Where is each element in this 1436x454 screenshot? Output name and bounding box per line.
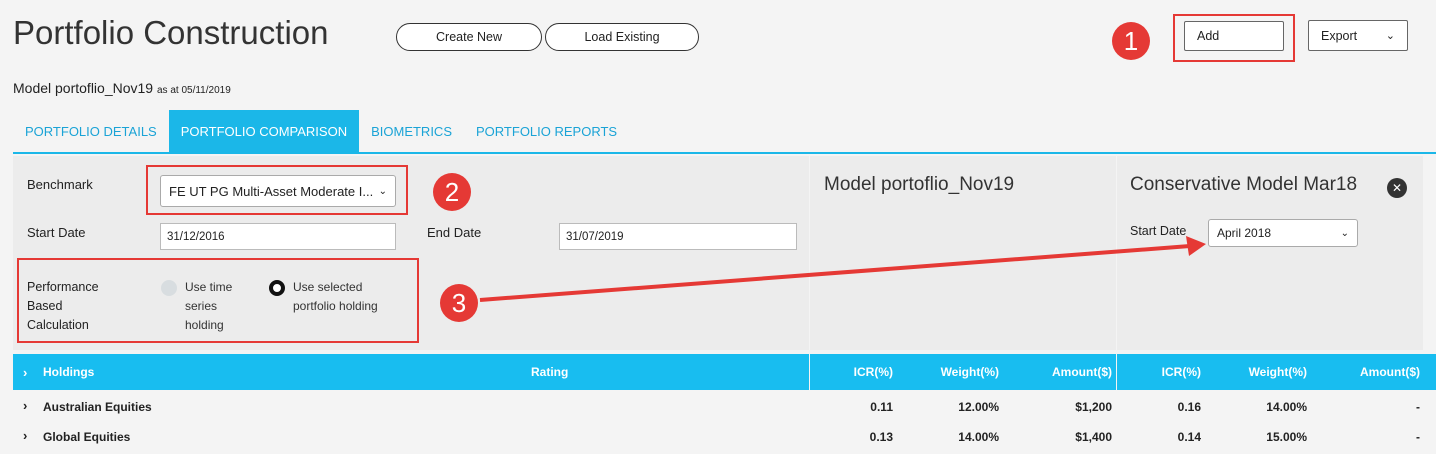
icr-value: 0.13 bbox=[869, 430, 893, 444]
chevron-right-icon[interactable]: › bbox=[23, 365, 27, 380]
icr-column-header: ICR(%) bbox=[853, 365, 893, 379]
weight-value: 14.00% bbox=[1266, 400, 1307, 414]
rating-column-header: Rating bbox=[531, 365, 569, 379]
chevron-right-icon[interactable]: › bbox=[23, 428, 27, 443]
weight-value: 15.00% bbox=[1266, 430, 1307, 444]
amount-value: $1,400 bbox=[1075, 430, 1112, 444]
icr-value: 0.16 bbox=[1177, 400, 1201, 414]
amount-column-header: Amount($) bbox=[1360, 365, 1420, 379]
holdings-header: › Holdings Rating bbox=[13, 354, 809, 390]
amount-value: - bbox=[1416, 430, 1420, 444]
holding-name: Global Equities bbox=[43, 430, 131, 444]
amount-column-header: Amount($) bbox=[1052, 365, 1112, 379]
weight-value: 14.00% bbox=[958, 430, 999, 444]
holding-name: Australian Equities bbox=[43, 400, 152, 414]
weight-value: 12.00% bbox=[958, 400, 999, 414]
amount-value: $1,200 bbox=[1075, 400, 1112, 414]
icr-value: 0.11 bbox=[870, 400, 893, 414]
chevron-right-icon[interactable]: › bbox=[23, 398, 27, 413]
amount-value: - bbox=[1416, 400, 1420, 414]
icr-column-header: ICR(%) bbox=[1161, 365, 1201, 379]
icr-value: 0.14 bbox=[1177, 430, 1201, 444]
weight-column-header: Weight(%) bbox=[1248, 365, 1307, 379]
weight-column-header: Weight(%) bbox=[940, 365, 999, 379]
conservative-columns-header: ICR(%) Weight(%) Amount($) bbox=[1117, 354, 1436, 390]
model-columns-header: ICR(%) Weight(%) Amount($) bbox=[810, 354, 1116, 390]
holdings-column-header: Holdings bbox=[43, 365, 95, 379]
